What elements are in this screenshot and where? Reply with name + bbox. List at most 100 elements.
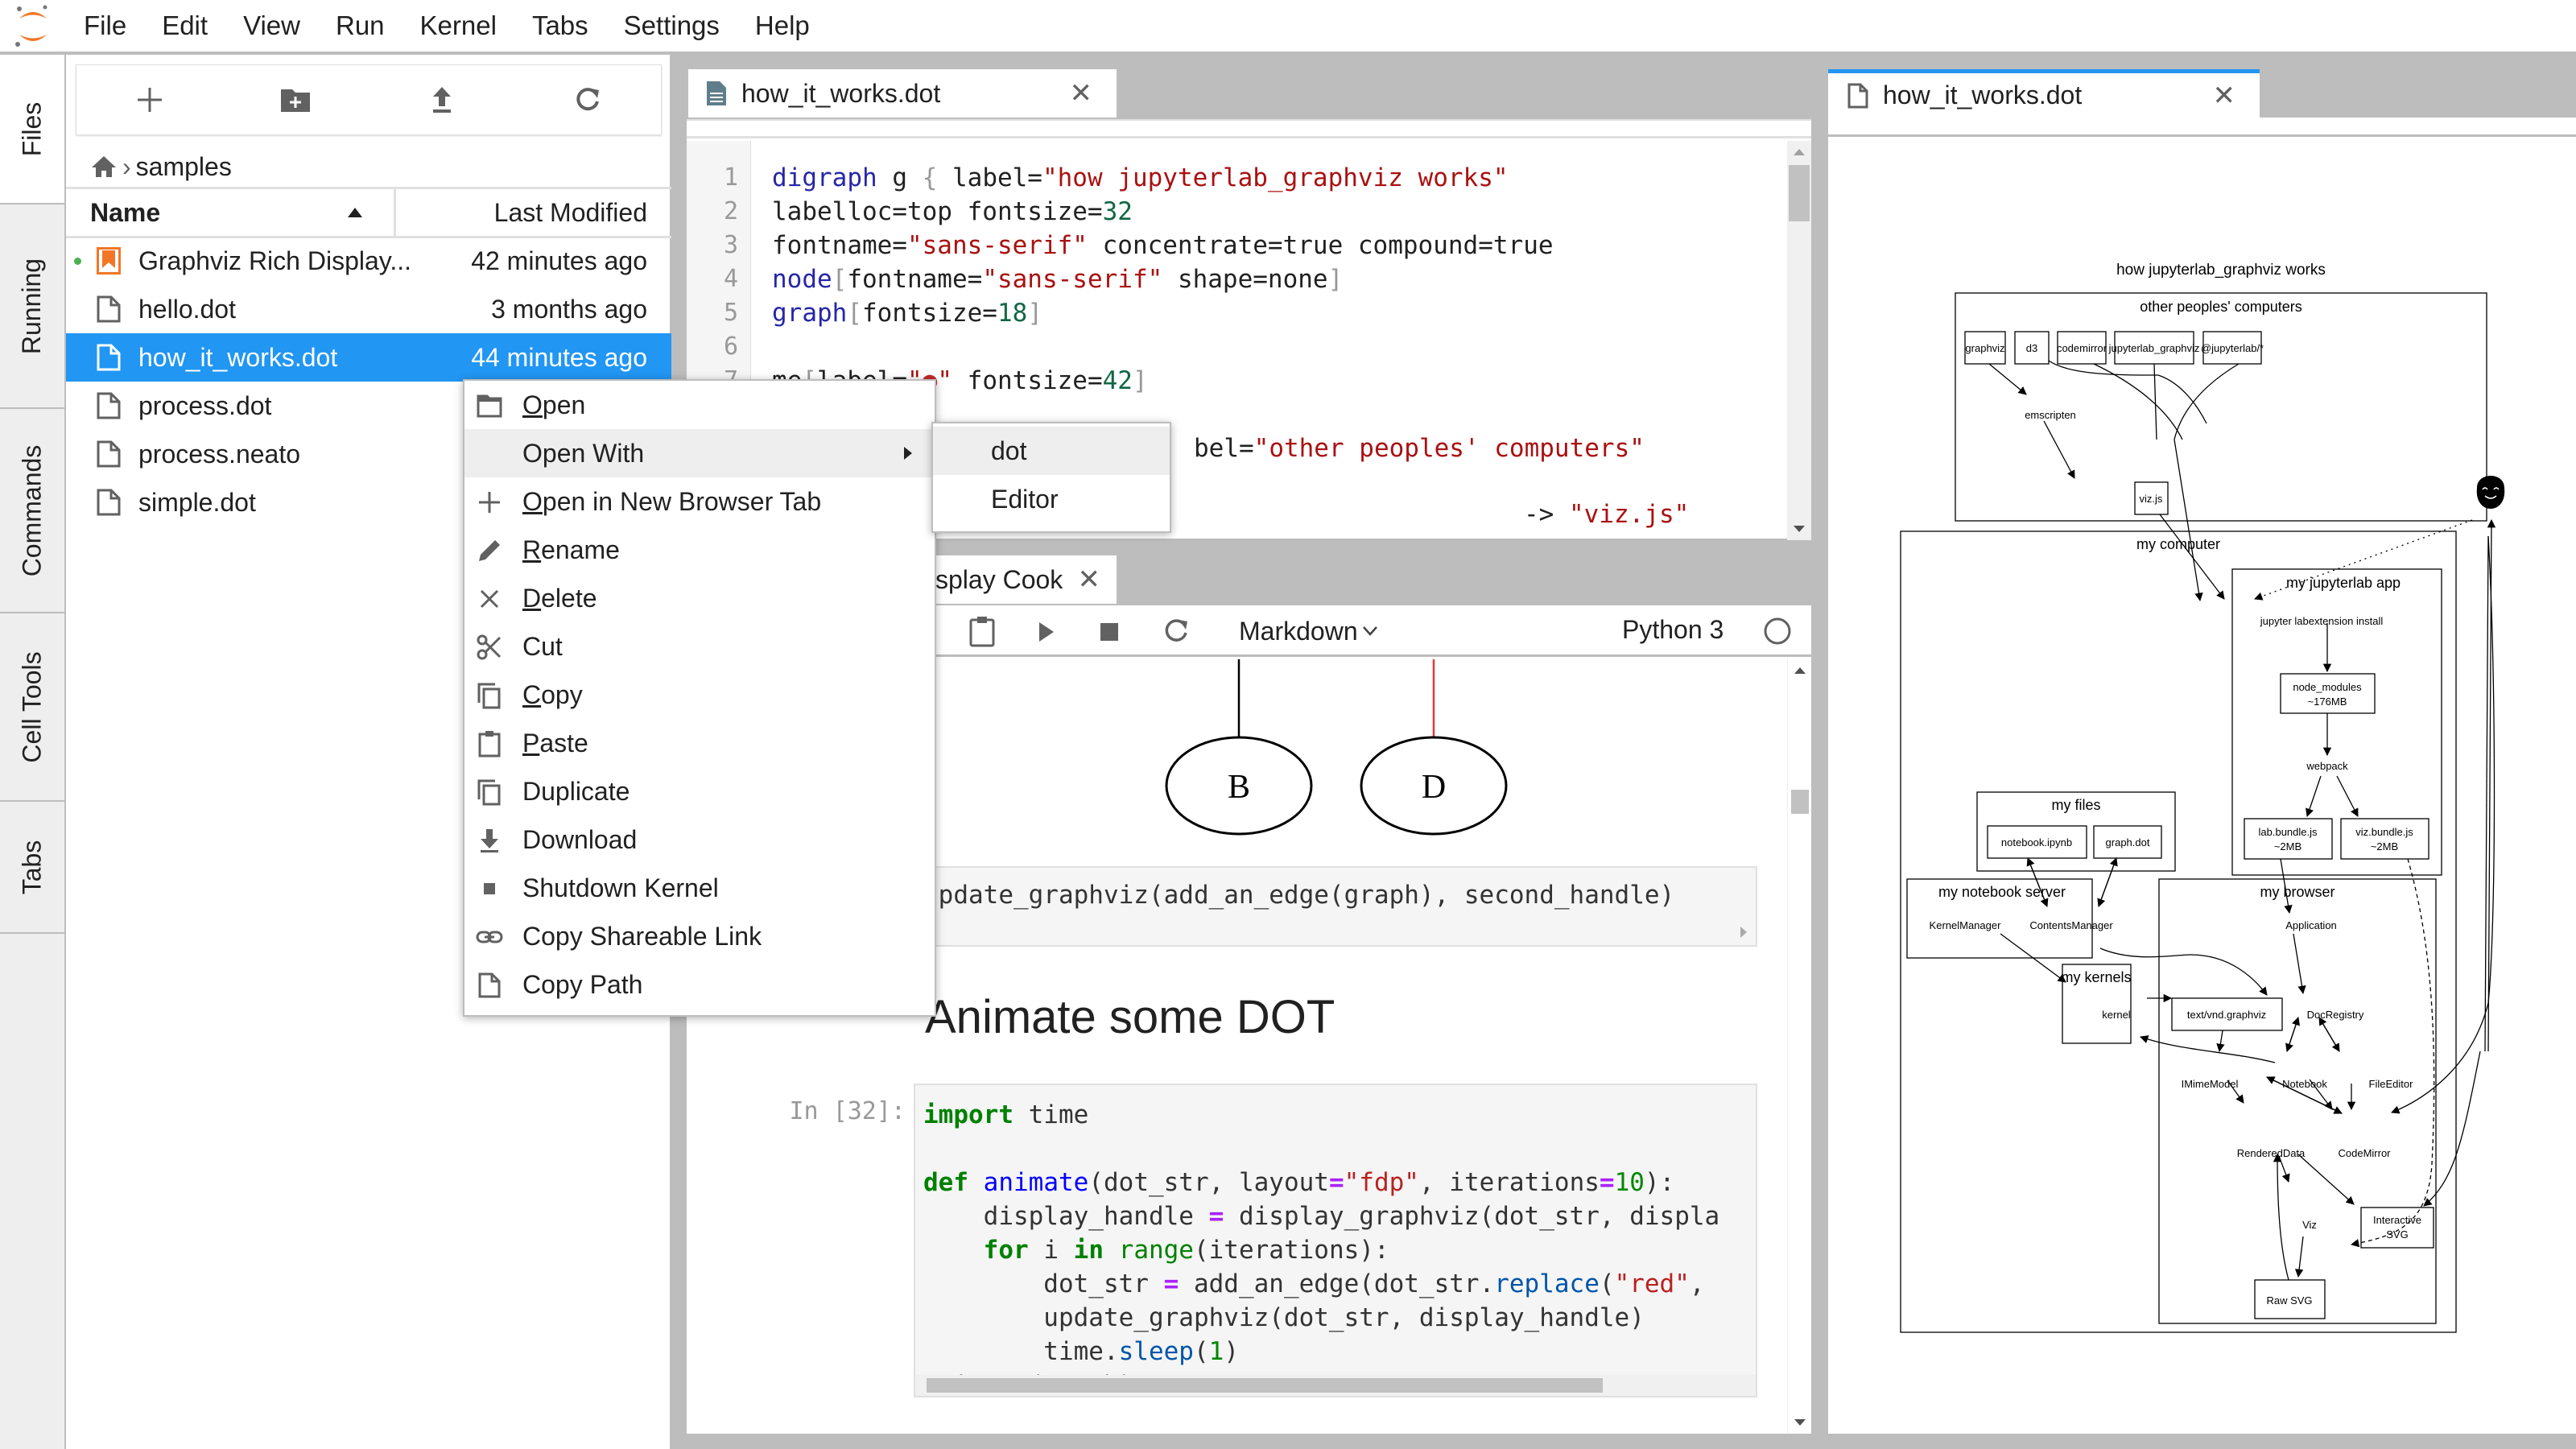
cell-prompt: In [32]: [789, 1097, 906, 1125]
column-header-name[interactable]: Name [66, 189, 396, 236]
graph-node-label: codemirror [2057, 342, 2107, 354]
menu-item-copy-path[interactable]: Copy Path [464, 960, 935, 1009]
scroll-down-icon[interactable] [1788, 1414, 1812, 1430]
code-cell-input[interactable]: update_graphviz(add_an_edge(graph), seco… [914, 866, 1757, 947]
download-icon [481, 829, 498, 852]
close-tab-icon[interactable]: ✕ [1078, 564, 1101, 596]
line-number: 3 [723, 231, 738, 259]
menu-item-duplicate[interactable]: Duplicate [464, 767, 935, 815]
menu-item-shutdown-kernel[interactable]: Shutdown Kernel [464, 864, 935, 912]
restart-kernel-icon[interactable] [1162, 617, 1191, 646]
kernel-name[interactable]: Python 3 [1622, 615, 1724, 645]
menu-item-rename[interactable]: Rename [464, 526, 935, 574]
paste-icon[interactable] [968, 615, 997, 647]
home-icon[interactable] [90, 155, 118, 179]
notebook-scrollbar[interactable] [1787, 659, 1811, 1434]
submenu-item-editor[interactable]: Editor [933, 475, 1170, 523]
submenu-item-label: dot [991, 436, 1027, 465]
code-cell-input[interactable]: import time def animate(dot_str, layout=… [914, 1084, 1757, 1397]
menu-run[interactable]: Run [318, 0, 402, 52]
menu-item-download[interactable]: Download [464, 815, 935, 864]
open-with-submenu: dot Editor [931, 422, 1171, 533]
sidebar-tab-commands[interactable]: Commands [0, 409, 64, 613]
graphviz-viewer: how jupyterlab_graphviz works other peop… [1828, 118, 2576, 1434]
tab-viewer-how-it-works[interactable]: how_it_works.dot ✕ [1828, 69, 2260, 118]
context-menu: Open Open With Open in New Browser Tab R… [463, 379, 936, 1017]
scroll-up-icon[interactable] [1787, 144, 1811, 160]
graph-node-label: jupyter labextension install [2260, 615, 2384, 627]
left-sidebar-tabs: Files Running Commands Cell Tools Tabs [0, 55, 66, 1449]
graph-node-label: ~2MB [2371, 840, 2398, 852]
sidebar-tab-running[interactable]: Running [0, 204, 64, 409]
new-folder-button[interactable] [271, 76, 320, 124]
cell-type-dropdown[interactable]: Markdown [1239, 613, 1379, 649]
file-row[interactable]: Graphviz Rich Display... 42 minutes ago [66, 237, 671, 285]
graph-node-label: lab.bundle.js [2259, 826, 2318, 838]
cluster-label: my kernels [2061, 969, 2131, 985]
run-cell-icon[interactable] [1034, 620, 1059, 644]
cluster-label: other peoples' computers [2140, 299, 2302, 315]
tab-editor-how-it-works[interactable]: how_it_works.dot ✕ [688, 69, 1117, 118]
file-name: how_it_works.dot [138, 342, 338, 372]
menu-item-copy[interactable]: Copy [464, 671, 935, 719]
menu-item-label: Rename [522, 535, 620, 564]
scroll-up-icon[interactable] [1788, 663, 1812, 679]
upload-icon [432, 87, 451, 113]
code-line: node[fontname="sans-serif" shape=none] [772, 265, 1344, 294]
menu-item-paste[interactable]: Paste [464, 719, 935, 767]
menu-kernel[interactable]: Kernel [402, 0, 514, 52]
submenu-item-dot[interactable]: dot [933, 427, 1170, 475]
copy-icon [477, 683, 501, 709]
cell-type-label: Markdown [1239, 616, 1358, 646]
code-line: digraph g { label="how jupyterlab_graphv… [772, 163, 1509, 192]
close-tab-icon[interactable]: ✕ [1070, 77, 1093, 109]
menu-help[interactable]: Help [737, 0, 828, 52]
file-name: simple.dot [138, 487, 256, 517]
code-line: labelloc=top fontsize=32 [772, 197, 1133, 226]
line-number: 6 [723, 332, 738, 361]
upload-button[interactable] [418, 76, 466, 124]
file-icon [97, 344, 121, 371]
me-smiley-icon [2476, 476, 2505, 509]
scroll-right-icon[interactable] [1738, 924, 1749, 940]
editor-scrollbar[interactable] [1787, 141, 1811, 540]
file-icon [478, 972, 501, 998]
menu-file[interactable]: File [66, 0, 144, 52]
new-folder-icon [281, 89, 311, 112]
sidebar-tab-tabs[interactable]: Tabs [0, 802, 64, 934]
sidebar-tab-files[interactable]: Files [0, 55, 64, 204]
submenu-arrow-icon [904, 447, 912, 460]
menu-item-open[interactable]: Open [464, 381, 935, 429]
menu-tabs[interactable]: Tabs [514, 0, 606, 52]
sidebar-tab-label: Tabs [17, 840, 47, 894]
new-launcher-button[interactable] [126, 76, 174, 124]
file-name: process.neato [138, 439, 301, 469]
menu-item-open-with[interactable]: Open With [464, 429, 935, 477]
file-name: process.dot [138, 390, 272, 420]
column-header-modified[interactable]: Last Modified [396, 189, 671, 236]
clipboard-icon [478, 731, 501, 758]
menu-item-cut[interactable]: Cut [464, 622, 935, 671]
refresh-button[interactable] [564, 76, 612, 124]
file-row-selected[interactable]: how_it_works.dot 44 minutes ago [66, 333, 671, 382]
graph-node-label: viz.js [2140, 493, 2163, 505]
menu-view[interactable]: View [225, 0, 318, 52]
menu-settings[interactable]: Settings [606, 0, 737, 52]
breadcrumb-samples[interactable]: samples [136, 152, 232, 182]
file-row[interactable]: hello.dot 3 months ago [66, 285, 671, 333]
duplicate-icon [477, 779, 501, 806]
menu-edit[interactable]: Edit [144, 0, 225, 52]
close-tab-icon[interactable]: ✕ [2213, 80, 2236, 112]
horizontal-scrollbar[interactable] [915, 1375, 1756, 1396]
graph-node-label: graph.dot [2106, 836, 2150, 848]
menu-item-delete[interactable]: Delete [464, 574, 935, 622]
menu-item-copy-shareable-link[interactable]: Copy Shareable Link [464, 912, 935, 960]
jupyter-logo-icon [0, 0, 66, 52]
menu-item-open-new-tab[interactable]: Open in New Browser Tab [464, 477, 935, 526]
graph-node-label: B [1228, 769, 1250, 806]
scroll-down-icon[interactable] [1787, 521, 1811, 537]
file-icon [1847, 83, 1868, 108]
sidebar-tab-cell-tools[interactable]: Cell Tools [0, 613, 64, 802]
breadcrumb-separator: › [122, 151, 131, 181]
interrupt-kernel-icon[interactable] [1099, 621, 1120, 642]
